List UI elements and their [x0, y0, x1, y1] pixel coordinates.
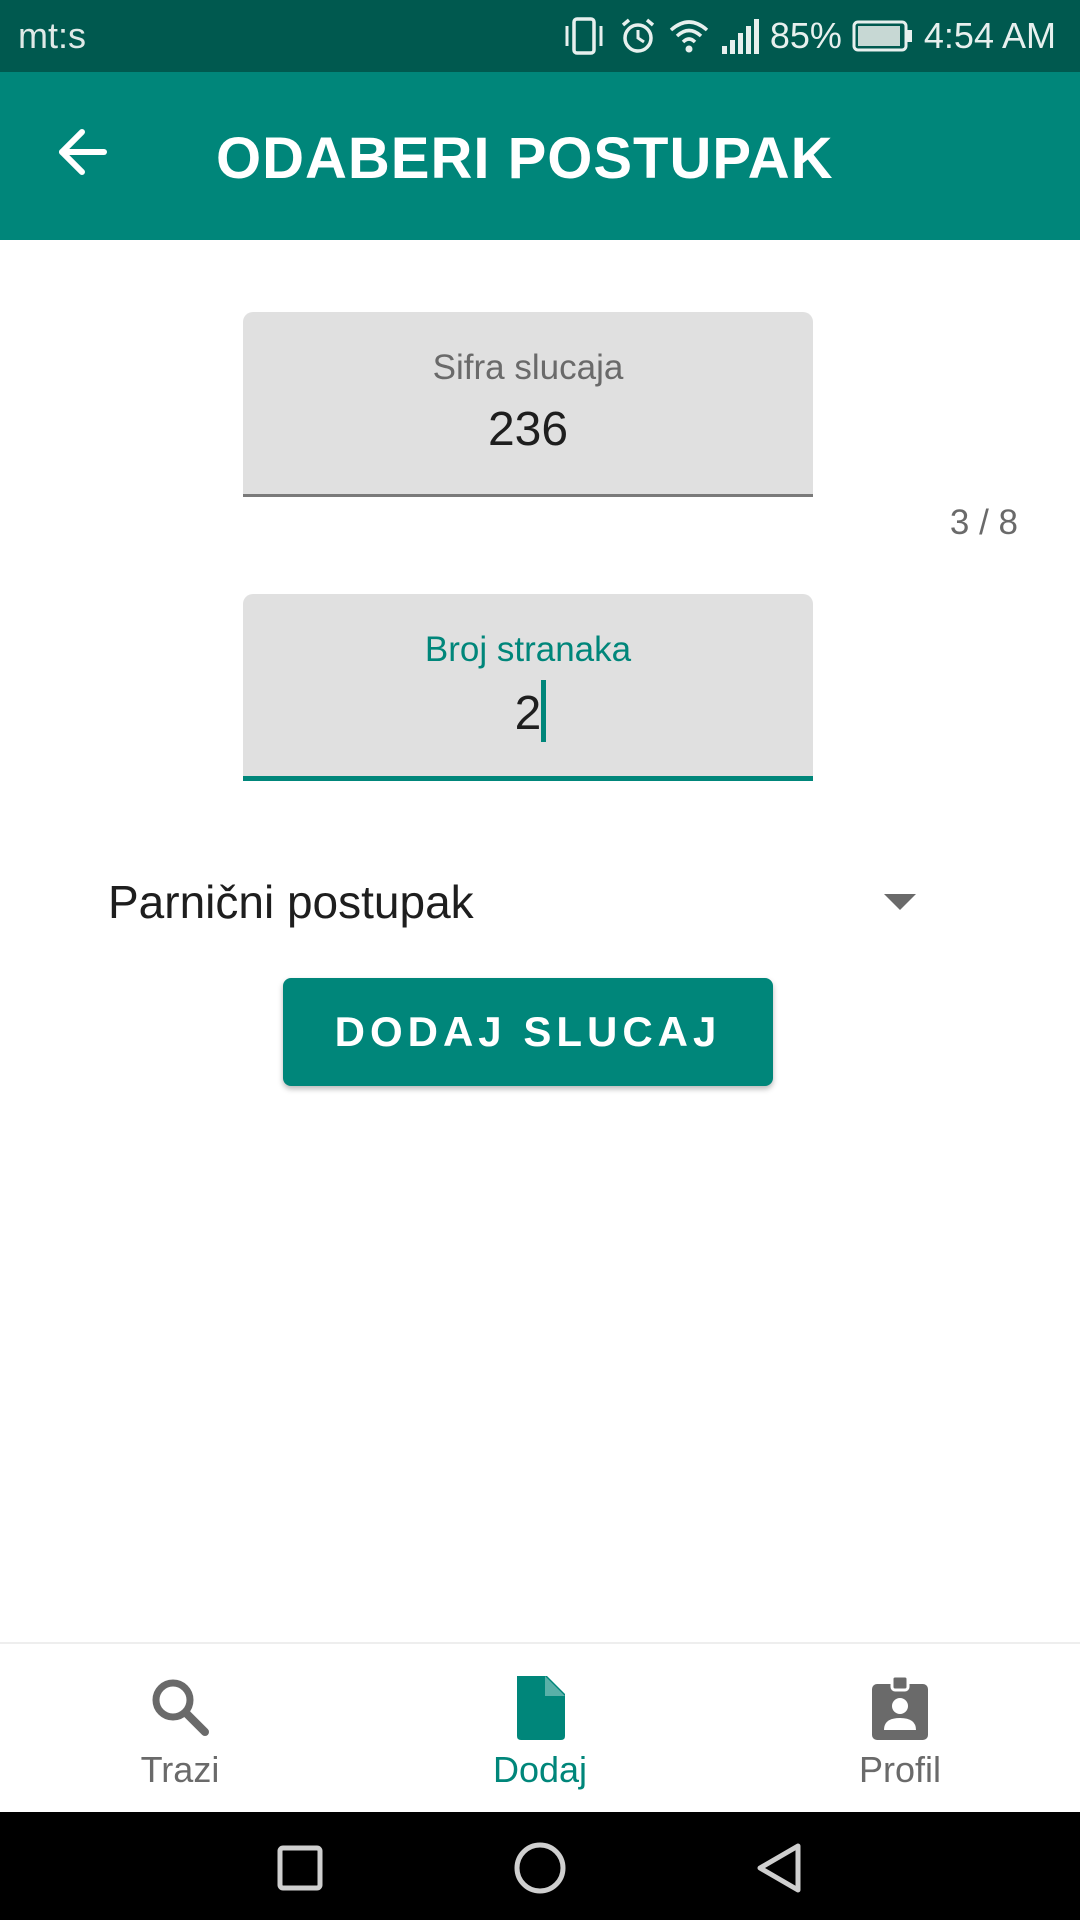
procedure-type-dropdown[interactable]: Parnični postupak [108, 870, 928, 934]
vibrate-icon [562, 16, 608, 56]
wifi-icon [668, 16, 710, 56]
page-title: ODABERI POSTUPAK [216, 126, 834, 191]
case-code-field[interactable]: Sifra slucaja [243, 312, 813, 497]
profile-badge-icon [872, 1674, 928, 1740]
nav-item-add[interactable]: Dodaj [360, 1644, 720, 1814]
nav-label-profile: Profil [858, 1749, 942, 1790]
party-count-input[interactable] [243, 686, 813, 742]
step-counter: 3 / 8 [949, 503, 1018, 542]
bottom-navigation: Trazi Dodaj Profil [0, 1642, 1080, 1814]
party-count-label: Broj stranaka [424, 630, 632, 669]
status-icons: 85% 4:54 AM [562, 14, 1056, 58]
nav-label-add: Dodaj [492, 1749, 588, 1790]
dropdown-arrow-icon [884, 894, 916, 910]
battery-percent: 85% [769, 15, 842, 56]
system-navigation-bar [0, 1812, 1080, 1920]
back-nav-icon[interactable] [754, 1842, 806, 1899]
signal-icon [720, 16, 760, 56]
add-case-button[interactable]: DODAJ SLUCAJ [283, 978, 773, 1086]
recents-icon[interactable] [276, 1844, 324, 1897]
arrow-back-icon [54, 124, 110, 185]
search-icon [152, 1679, 209, 1736]
procedure-type-selected: Parnični postupak [108, 876, 474, 928]
battery-icon [852, 18, 914, 54]
status-bar: mt:s 85% 4:54 AM [0, 0, 1080, 72]
home-icon[interactable] [512, 1840, 568, 1901]
carrier-name: mt:s [18, 15, 86, 56]
nav-label-search: Trazi [140, 1749, 220, 1790]
text-cursor [541, 680, 546, 742]
back-button[interactable] [42, 114, 122, 194]
case-code-input[interactable] [243, 402, 813, 458]
document-icon [517, 1676, 565, 1740]
party-count-field[interactable]: Broj stranaka [243, 594, 813, 781]
clock: 4:54 AM [923, 15, 1056, 56]
nav-item-profile[interactable]: Profil [720, 1644, 1080, 1814]
nav-item-search[interactable]: Trazi [0, 1644, 360, 1814]
case-code-label: Sifra slucaja [432, 348, 624, 387]
alarm-icon [618, 16, 658, 56]
